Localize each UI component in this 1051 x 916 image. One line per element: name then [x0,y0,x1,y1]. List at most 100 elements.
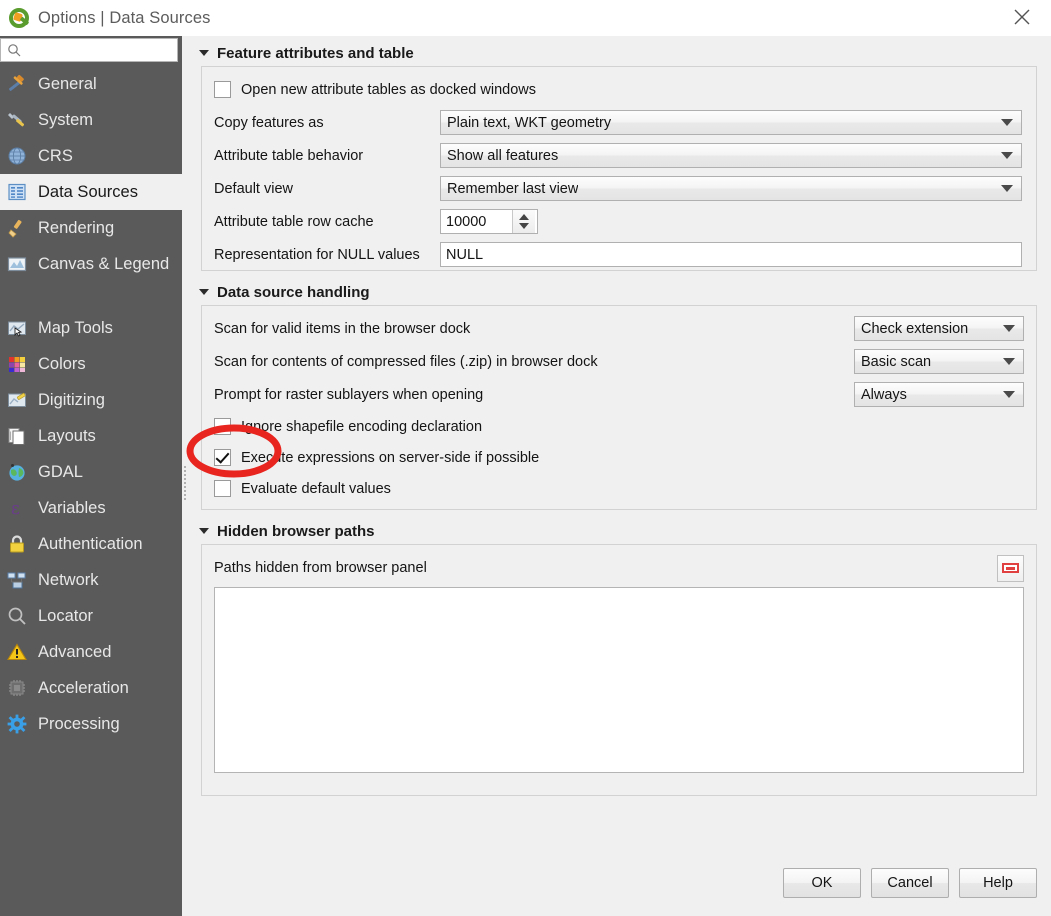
row-label: Attribute table row cache [214,213,374,230]
paths-hidden-label: Paths hidden from browser panel [214,560,427,576]
sidebar-item-data-sources[interactable]: Data Sources [0,174,182,210]
sidebar-item-locator[interactable]: Locator [0,598,182,634]
sidebar-item-label: Processing [38,714,120,733]
remove-path-button[interactable] [997,554,1024,582]
sidebar-item-label: Digitizing [38,390,105,409]
remove-icon [1002,563,1019,573]
hidden-browser-paths-group: Paths hidden from browser panel [201,544,1037,796]
row-label: Scan for valid items in the browser dock [214,320,471,337]
splitter-grip-icon [183,466,186,500]
dropdown-value: Always [861,386,907,403]
sidebar-item-acceleration[interactable]: Acceleration [0,670,182,706]
magnifier-icon [4,603,30,629]
scan-valid-items-dropdown[interactable]: Check extension [854,316,1024,341]
hammer-wrench-icon [4,71,30,97]
row-cache-input[interactable] [441,210,512,233]
section-header-feature-attributes[interactable]: Feature attributes and table [187,40,1051,66]
sidebar-item-system[interactable]: System [0,102,182,138]
globe-earth-icon [4,459,30,485]
sidebar-item-layouts[interactable]: Layouts [0,418,182,454]
sidebar-item-label: General [38,74,97,93]
feature-attributes-group: Open new attribute tables as docked wind… [201,66,1037,271]
sidebar-item-label: System [38,110,94,129]
ignore-shapefile-encoding-checkbox[interactable] [214,418,231,435]
sidebar-item-digitizing[interactable]: Digitizing [0,382,182,418]
section-header-hidden-browser-paths[interactable]: Hidden browser paths [187,518,1051,544]
ok-button[interactable]: OK [783,868,861,898]
copy-features-as-dropdown[interactable]: Plain text, WKT geometry [440,110,1022,135]
sidebar-item-colors[interactable]: Colors [0,346,182,382]
map-cursor-icon [4,315,30,341]
network-computers-icon [4,567,30,593]
chevron-down-icon [1001,185,1013,192]
sidebar-item-label: Authentication [38,534,143,553]
attribute-table-behavior-dropdown[interactable]: Show all features [440,143,1022,168]
sidebar-item-label: Locator [38,606,94,625]
hidden-paths-list[interactable] [214,587,1024,773]
globe-grid-icon [4,143,30,169]
chevron-down-icon [199,50,209,56]
checkbox-label: Evaluate default values [241,480,391,497]
sidebar-item-label: CRS [38,146,73,165]
docked-windows-row: Open new attribute tables as docked wind… [202,67,1036,106]
pencil-edit-icon [4,387,30,413]
svg-text:ε: ε [11,499,20,519]
null-representation-input[interactable] [446,246,1016,263]
section-header-data-source-handling[interactable]: Data source handling [187,279,1051,305]
cancel-button[interactable]: Cancel [871,868,949,898]
open-attribute-tables-docked-checkbox[interactable] [214,81,231,98]
dropdown-value: Show all features [447,147,559,164]
sidebar-item-gdal[interactable]: GDAL [0,454,182,490]
row-label: Scan for contents of compressed files (.… [214,353,598,370]
sidebar-item-authentication[interactable]: Authentication [0,526,182,562]
scan-valid-items-row: Scan for valid items in the browser dock… [202,306,1036,345]
sidebar-item-label: GDAL [38,462,83,481]
section-title: Hidden browser paths [217,522,375,540]
sidebar-item-canvas-legend[interactable]: Canvas & Legend [0,246,182,282]
row-label: Prompt for raster sublayers when opening [214,386,484,403]
sidebar-item-map-tools[interactable]: Map Tools [0,310,182,346]
sidebar-item-label: Map Tools [38,318,113,337]
dropdown-value: Basic scan [861,353,932,370]
sidebar-item-advanced[interactable]: Advanced [0,634,182,670]
stepper-down-icon[interactable] [519,223,529,229]
map-canvas-icon [4,251,30,277]
attribute-table-row-cache-stepper[interactable] [440,209,538,234]
epsilon-icon: ε [4,495,30,521]
color-swatches-icon [4,351,30,377]
section-title: Data source handling [217,283,370,301]
sidebar-item-crs[interactable]: CRS [0,138,182,174]
help-button[interactable]: Help [959,868,1037,898]
sidebar-nav-list: General System CRS Data Sources Renderin… [0,66,182,742]
sidebar-item-label: Canvas & Legend [38,254,170,273]
row-label: Default view [214,180,293,197]
attribute-table-behavior-row: Attribute table behavior Show all featur… [202,139,1036,172]
stepper-buttons[interactable] [512,210,535,233]
default-view-row: Default view Remember last view [202,172,1036,205]
search-input[interactable] [24,40,164,60]
options-sidebar: General System CRS Data Sources Renderin… [0,36,182,916]
evaluate-default-values-checkbox[interactable] [214,480,231,497]
sidebar-item-processing[interactable]: Processing [0,706,182,742]
wrench-pencil-icon [4,107,30,133]
sidebar-item-rendering[interactable]: Rendering [0,210,182,246]
chevron-down-icon [1001,119,1013,126]
null-representation-field[interactable] [440,242,1022,267]
sidebar-item-general[interactable]: General [0,66,182,102]
execute-server-side-checkbox[interactable] [214,449,231,466]
checkbox-label: Execute expressions on server-side if po… [241,449,540,466]
sidebar-item-network[interactable]: Network [0,562,182,598]
title-bar: Options | Data Sources [0,0,1051,36]
close-icon[interactable] [999,0,1045,34]
sidebar-item-label: Advanced [38,642,112,661]
scan-compressed-dropdown[interactable]: Basic scan [854,349,1024,374]
gear-icon [4,711,30,737]
sidebar-item-variables[interactable]: ε Variables [0,490,182,526]
prompt-raster-sublayers-dropdown[interactable]: Always [854,382,1024,407]
execute-server-side-row: Execute expressions on server-side if po… [202,442,1036,473]
search-box[interactable] [0,38,178,62]
section-title: Feature attributes and table [217,44,414,62]
stepper-up-icon[interactable] [519,214,529,220]
default-view-dropdown[interactable]: Remember last view [440,176,1022,201]
options-content-pane: Feature attributes and table Open new at… [187,36,1051,916]
